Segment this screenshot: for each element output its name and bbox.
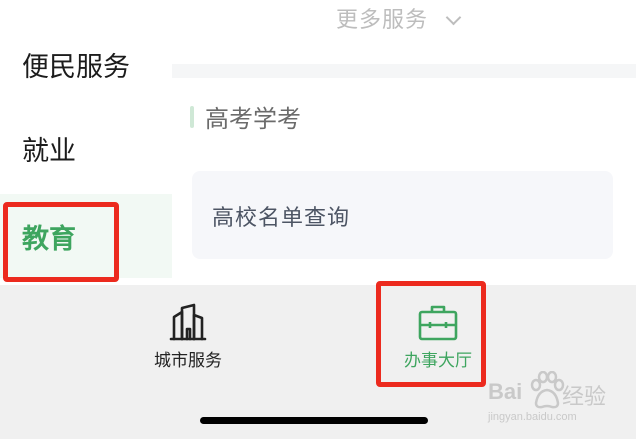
more-services-label: 更多服务	[336, 8, 429, 33]
sidebar-item-employment[interactable]: 就业	[0, 106, 172, 190]
baidu-paw-icon	[530, 371, 565, 409]
watermark-brand-cn: 经验	[562, 385, 607, 410]
sidebar-item-convenience-services[interactable]: 便民服务	[0, 22, 172, 106]
city-buildings-icon	[169, 303, 207, 341]
home-indicator[interactable]	[200, 417, 428, 424]
service-content-panel: 更多服务 高考学考 高校名单查询	[172, 0, 636, 285]
red-highlight-box-service-hall	[376, 281, 486, 387]
sidebar-item-label: 就业	[22, 135, 76, 167]
watermark-brand-latin: Bai	[488, 379, 523, 404]
section-title: 高考学考	[205, 105, 301, 133]
tab-label: 城市服务	[154, 351, 222, 371]
sidebar-item-label: 便民服务	[22, 51, 130, 83]
section-divider	[172, 64, 636, 78]
university-list-query-card[interactable]: 高校名单查询	[192, 171, 613, 259]
more-services-toggle[interactable]: 更多服务	[172, 0, 636, 64]
baidu-jingyan-watermark: Bai 经验 jingyan.baidu.com	[478, 371, 628, 433]
red-highlight-box-education	[3, 202, 119, 282]
card-label: 高校名单查询	[212, 206, 351, 231]
chevron-down-icon	[445, 9, 462, 26]
section-title-accent-bar	[190, 106, 194, 128]
tab-city-services[interactable]: 城市服务	[108, 303, 268, 383]
watermark-url: jingyan.baidu.com	[488, 411, 577, 423]
